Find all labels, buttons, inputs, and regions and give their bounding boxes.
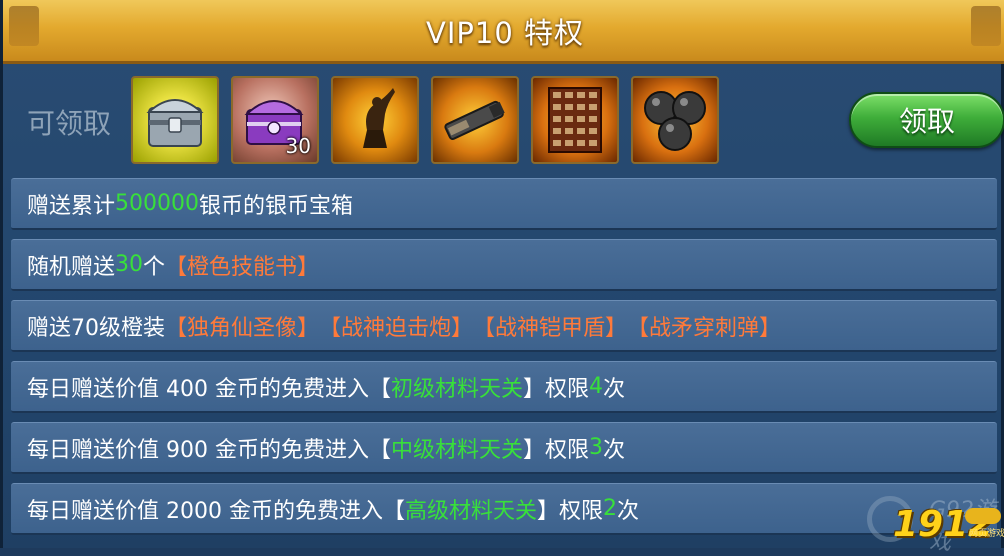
perk-text: 权限 (559, 498, 604, 524)
perk-highlight-text: 中级材料天关 (391, 437, 524, 463)
watermark-subtext: 网页游戏 (969, 529, 1004, 539)
war-god-mortar-icon (444, 100, 505, 140)
perk-text: 】 (523, 437, 546, 463)
title-bar: VIP10 特权 (3, 0, 1004, 64)
perk-text: 赠送累计 (27, 193, 116, 219)
perk-text: 个 (143, 254, 166, 280)
vip-privilege-panel: VIP10 特权 可领取 30 领取 赠送累计 500000 银币的银币宝箱 随… (0, 0, 1004, 555)
reward-item-mortar[interactable] (431, 76, 519, 164)
perk-highlight-text: 【战神迫击炮】 (319, 315, 474, 341)
perk-text: 随机赠送 (27, 254, 116, 280)
perk-row: 赠送70级橙装 【独角仙圣像】 【战神迫击炮】 【战神铠甲盾】 【战矛穿刺弹】 (11, 300, 997, 352)
perk-text: 次 (617, 498, 640, 524)
perk-text: 每日赠送价值 400 金币的免费进入 (27, 376, 369, 402)
perk-row: 每日赠送价值 400 金币的免费进入【初级材料天关】权限 4 次 (11, 361, 997, 413)
perk-text: 权限 (545, 376, 590, 402)
claimable-rewards-row: 可领取 30 领取 (13, 68, 1004, 172)
perk-row: 每日赠送价值 900 金币的免费进入【中级材料天关】权限 3 次 (11, 422, 997, 474)
perk-text: 】 (537, 498, 560, 524)
perk-text: 】 (523, 376, 546, 402)
perk-text: 次 (603, 376, 626, 402)
perk-highlight-text: 30 (115, 252, 144, 277)
reward-item-silver-chest[interactable] (131, 76, 219, 164)
perk-text: 每日赠送价值 2000 金币的免费进入 (27, 498, 383, 524)
perk-text: 赠送70级橙装 (27, 315, 165, 341)
piercing-cannonball-icon (644, 91, 706, 151)
site-watermark: G92游戏 1912 网页游戏 (843, 486, 1004, 555)
perk-text: 【 (382, 498, 405, 524)
reward-item-armor-shield[interactable] (531, 76, 619, 164)
watermark-badge-icon (965, 508, 1001, 524)
perk-highlight-text: 【战神铠甲盾】 (473, 315, 628, 341)
war-god-armor-shield-icon (548, 87, 602, 153)
claim-button[interactable]: 领取 (849, 92, 1004, 148)
perk-text: 次 (603, 437, 626, 463)
perk-highlight-text: 初级材料天关 (391, 376, 524, 402)
perk-text: 【 (368, 376, 391, 402)
perk-highlight-text: 500000 (115, 191, 199, 216)
unicorn-statue-icon (363, 88, 395, 148)
perk-row: 赠送累计 500000 银币的银币宝箱 (11, 178, 997, 230)
reward-item-cannonballs[interactable] (631, 76, 719, 164)
perk-highlight-text: 高级材料天关 (405, 498, 538, 524)
perk-text: 【 (368, 437, 391, 463)
perk-text: 银币的银币宝箱 (199, 193, 354, 219)
perk-row: 随机赠送 30 个 【橙色技能书】 (11, 239, 997, 291)
perk-highlight-text: 【独角仙圣像】 (165, 315, 320, 341)
perk-highlight-text: 2 (603, 496, 618, 521)
reward-item-purple-chest[interactable]: 30 (231, 76, 319, 164)
perk-text: 权限 (545, 437, 590, 463)
reward-item-statue[interactable] (331, 76, 419, 164)
perk-highlight-text: 3 (589, 435, 604, 460)
perk-highlight-text: 4 (589, 374, 604, 399)
perk-highlight-text: 【橙色技能书】 (165, 254, 320, 280)
perk-highlight-text: 【战矛穿刺弹】 (627, 315, 782, 341)
claimable-label: 可领取 (27, 107, 112, 140)
item-quantity: 30 (285, 134, 311, 158)
perk-text: 每日赠送价值 900 金币的免费进入 (27, 437, 369, 463)
silver-treasure-chest-icon (146, 99, 204, 147)
panel-title: VIP10 特权 (426, 15, 584, 50)
